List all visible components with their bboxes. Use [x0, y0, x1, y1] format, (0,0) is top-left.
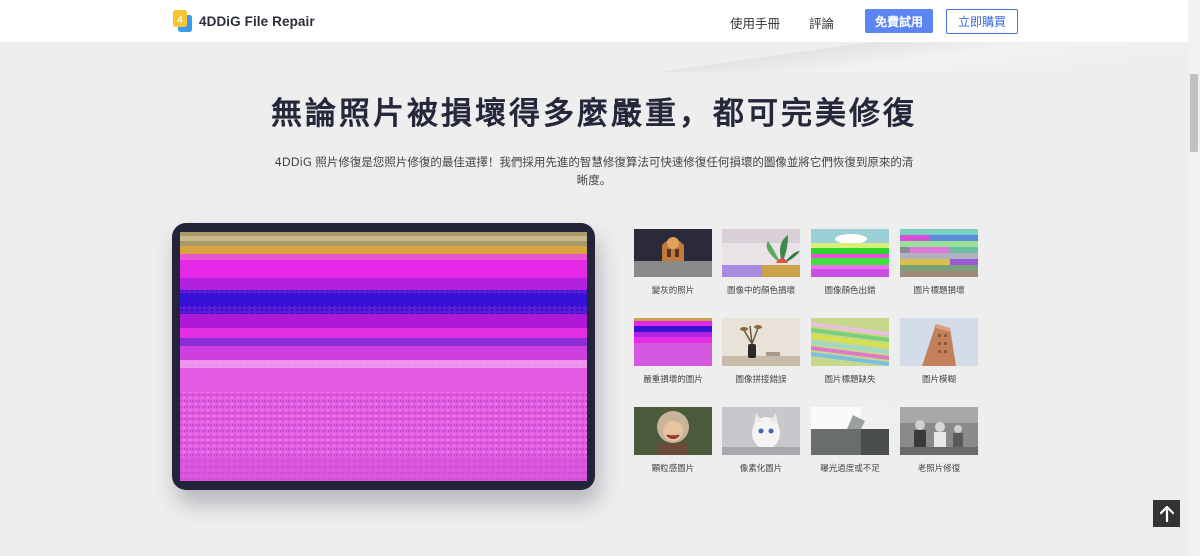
thumb-label: 老照片修復 — [917, 464, 961, 474]
nav-user-manual[interactable]: 使用手冊 — [730, 13, 780, 32]
damaged-photo-preview — [180, 232, 587, 481]
hero-description: 4DDiG 照片修復是您照片修復的最佳選擇！我們採用先進的智慧修復算法可快速修復… — [274, 155, 914, 187]
hero-title: 無論照片被損壞得多麼嚴重，都可完美修復 — [271, 96, 917, 132]
free-trial-button[interactable]: 免費試用 — [865, 9, 933, 33]
thumb-label: 圖片標題損壞 — [913, 286, 965, 296]
4ddig-logo-icon: 4 — [172, 9, 193, 33]
thumb-label: 圖片模糊 — [921, 375, 956, 385]
buy-now-button[interactable]: 立即購買 — [946, 9, 1018, 34]
thumb-blurry[interactable] — [900, 318, 978, 366]
logo-text: 4DDiG File Repair — [199, 13, 315, 29]
header-decoration — [0, 42, 1188, 72]
brand-logo[interactable]: 4 4DDiG File Repair — [172, 9, 315, 33]
scrollbar-thumb[interactable] — [1190, 74, 1198, 152]
tablet-preview — [172, 223, 595, 490]
nav-reviews[interactable]: 評論 — [809, 13, 834, 32]
back-to-top-button[interactable] — [1153, 500, 1180, 527]
top-header: 4 4DDiG File Repair 使用手冊 評論 免費試用 立即購買 — [0, 0, 1188, 42]
thumb-gray-photo[interactable] — [634, 229, 712, 277]
thumb-pixelated[interactable] — [722, 407, 800, 455]
thumb-severely-damaged[interactable] — [634, 318, 712, 366]
thumb-header-damage[interactable] — [900, 229, 978, 277]
page-scrollbar[interactable] — [1188, 0, 1200, 556]
thumb-header-missing[interactable] — [811, 318, 889, 366]
thumb-exposure[interactable] — [811, 407, 889, 455]
thumb-color-error[interactable] — [811, 229, 889, 277]
svg-text:4: 4 — [177, 15, 183, 26]
thumb-grainy[interactable] — [634, 407, 712, 455]
arrow-up-icon — [1159, 505, 1174, 522]
thumb-old-photo[interactable] — [900, 407, 978, 455]
thumb-stitching-error[interactable] — [722, 318, 800, 366]
thumb-color-corruption[interactable] — [722, 229, 800, 277]
